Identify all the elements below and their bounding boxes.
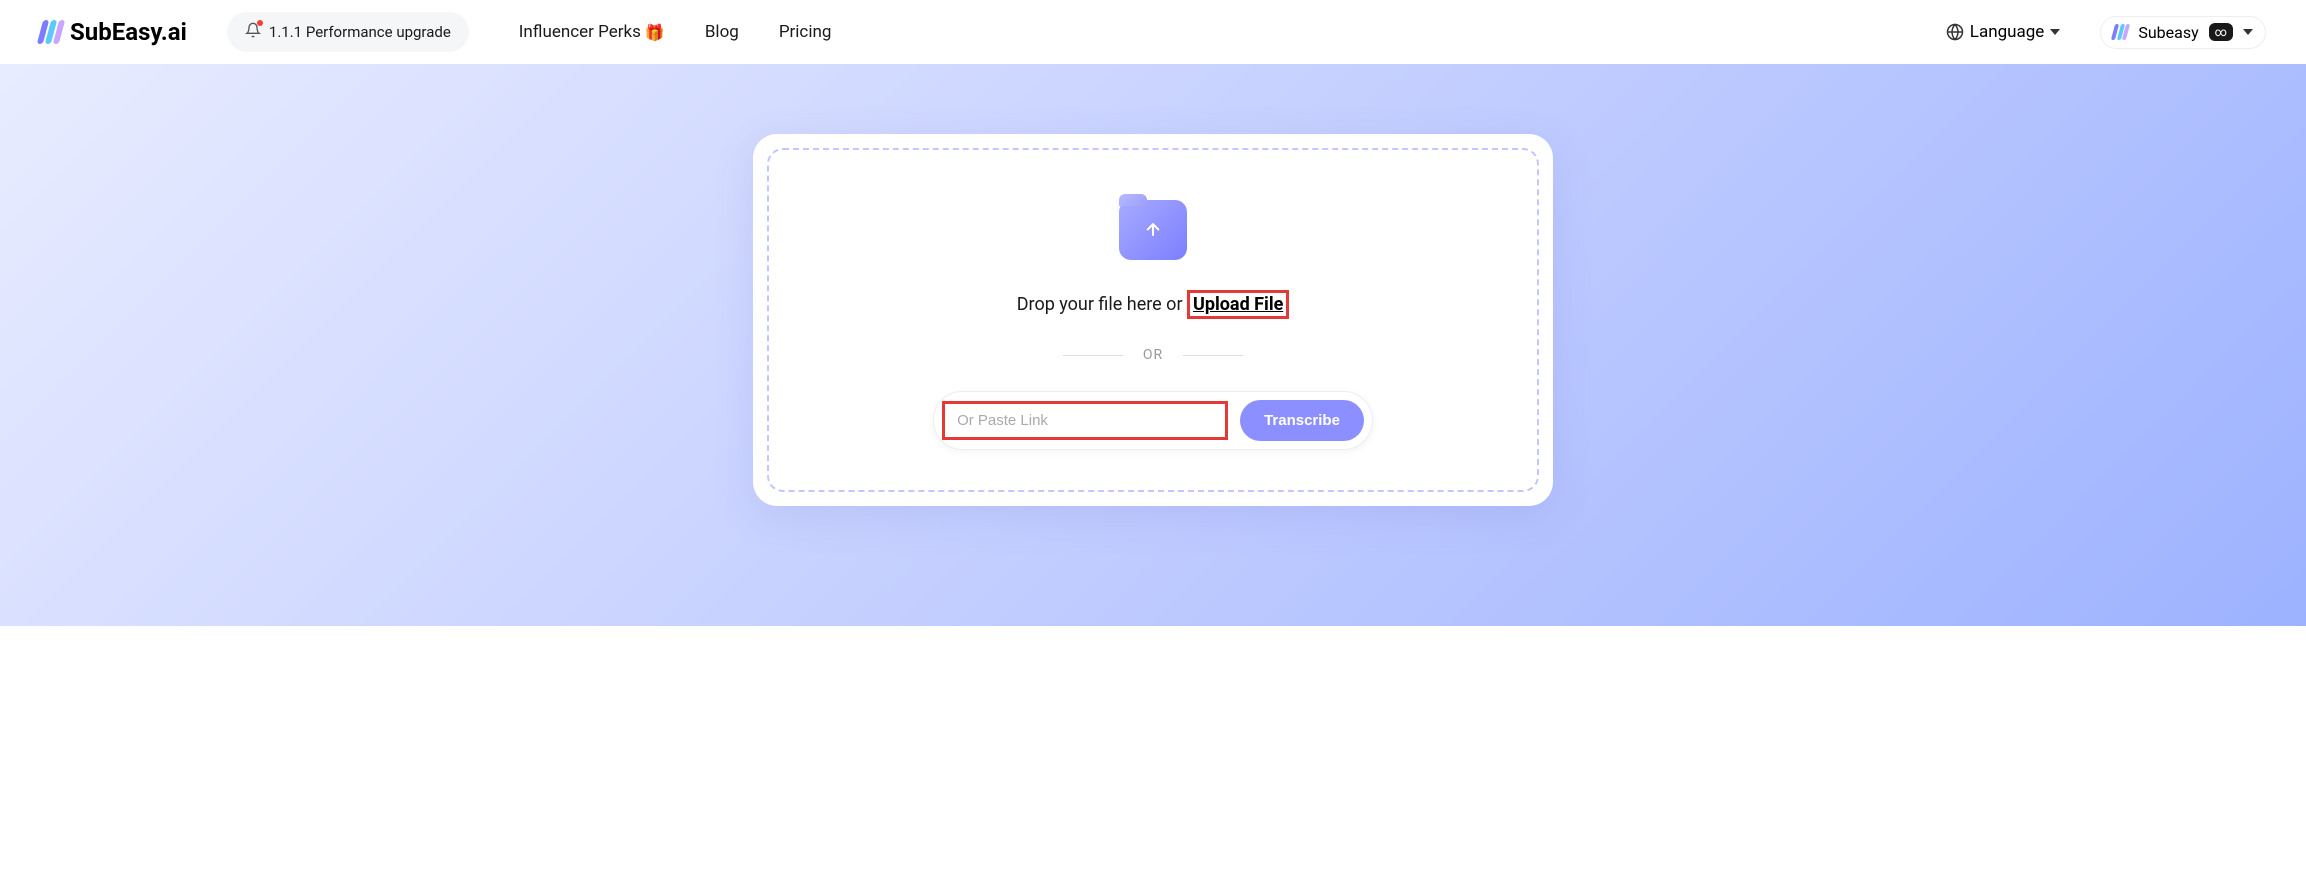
chevron-down-icon [2050, 29, 2060, 35]
announcement-text: 1.1.1 Performance upgrade [269, 23, 451, 41]
folder-upload-icon [1119, 200, 1187, 260]
link-input-highlight [942, 401, 1228, 440]
drop-text: Drop your file here or Upload File [1017, 290, 1290, 319]
nav-pricing[interactable]: Pricing [779, 22, 832, 42]
globe-icon [1946, 23, 1964, 41]
divider: OR [1063, 347, 1243, 363]
user-logo-icon [2113, 24, 2128, 40]
brand-name: SubEasy.ai [70, 18, 187, 46]
hero-section: Drop your file here or Upload File OR Tr… [0, 64, 2306, 626]
language-selector[interactable]: Language [1946, 22, 2061, 42]
or-text: OR [1143, 347, 1163, 363]
user-name: Subeasy [2138, 23, 2198, 42]
bell-icon [245, 22, 261, 42]
nav-links: Influencer Perks🎁 Blog Pricing [519, 22, 832, 42]
header: SubEasy.ai 1.1.1 Performance upgrade Inf… [0, 0, 2306, 64]
chevron-down-icon [2243, 29, 2253, 35]
upload-card: Drop your file here or Upload File OR Tr… [753, 134, 1553, 506]
nav-blog[interactable]: Blog [705, 22, 739, 42]
upload-file-link[interactable]: Upload File [1193, 294, 1283, 315]
infinity-badge: ∞ [2209, 23, 2233, 41]
paste-link-input[interactable] [945, 404, 1225, 437]
user-menu[interactable]: Subeasy ∞ [2100, 16, 2266, 49]
nav-influencer[interactable]: Influencer Perks🎁 [519, 22, 665, 42]
language-label: Language [1970, 22, 2045, 42]
gift-icon: 🎁 [645, 23, 665, 42]
upload-dropzone[interactable]: Drop your file here or Upload File OR Tr… [767, 148, 1539, 492]
announcement-pill[interactable]: 1.1.1 Performance upgrade [227, 12, 469, 52]
link-input-row: Transcribe [933, 391, 1373, 450]
brand-logo[interactable]: SubEasy.ai [40, 18, 187, 46]
logo-icon [40, 20, 62, 44]
upload-file-highlight: Upload File [1187, 290, 1289, 319]
transcribe-button[interactable]: Transcribe [1240, 400, 1364, 441]
